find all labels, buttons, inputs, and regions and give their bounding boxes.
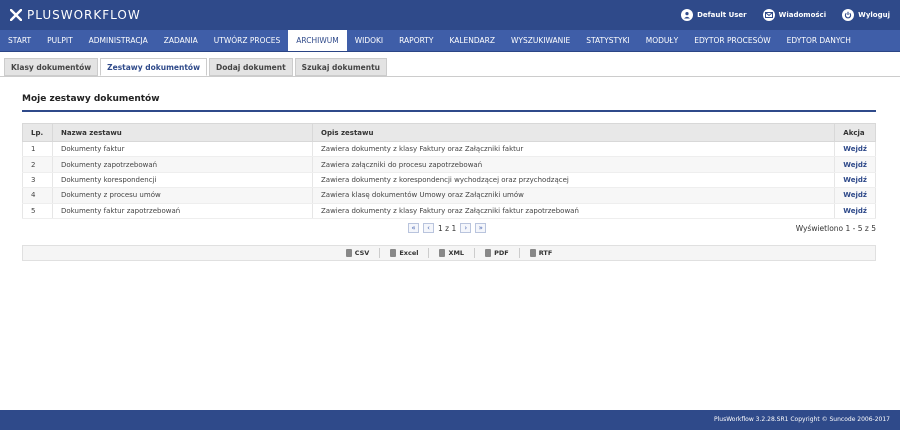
tab-zestawy-dokumentow[interactable]: Zestawy dokumentów — [100, 58, 207, 76]
menu-item-archiwum[interactable]: ARCHIWUM — [288, 30, 347, 51]
cell-desc: Zawiera załączniki do procesu zapotrzebo… — [311, 156, 836, 173]
cell-desc: Zawiera dokumenty z klasy Faktury oraz Z… — [311, 141, 836, 158]
pagination: « ‹ 1 z 1 › » — [408, 223, 487, 233]
file-icon — [390, 249, 397, 257]
menu-item-widoki[interactable]: WIDOKI — [347, 30, 391, 51]
menu-item-kalendarz[interactable]: KALENDARZ — [441, 30, 503, 51]
logout-label: Wyloguj — [858, 11, 890, 19]
page-title: Moje zestawy dokumentów — [22, 94, 160, 104]
export-label: Excel — [399, 249, 419, 257]
cell-name: Dokumenty korespondencji — [52, 172, 313, 189]
table-row: 1 Dokumenty faktur Zawiera dokumenty z k… — [22, 141, 876, 158]
cell-lp: 4 — [22, 187, 53, 204]
menu-item-edytor-procesow[interactable]: EDYTOR PROCESÓW — [686, 30, 778, 51]
header-opis[interactable]: Opis zestawu — [311, 123, 836, 142]
mail-icon — [762, 9, 775, 21]
cell-lp: 1 — [22, 141, 53, 158]
export-rtf-button[interactable]: RTF — [529, 249, 553, 257]
menu-item-edytor-danych[interactable]: EDYTOR DANYCH — [779, 30, 859, 51]
user-label: Default User — [697, 11, 747, 19]
cell-lp: 2 — [22, 156, 53, 173]
cell-lp: 3 — [22, 172, 53, 189]
next-page-button[interactable]: › — [460, 223, 472, 233]
export-label: XML — [448, 249, 465, 257]
menu-item-wyszukiwanie[interactable]: WYSZUKIWANIE — [503, 30, 578, 51]
cell-desc: Zawiera klasę dokumentów Umowy oraz Załą… — [311, 187, 836, 204]
last-page-button[interactable]: » — [475, 223, 487, 233]
wejdz-link[interactable]: Wejdź — [843, 191, 867, 199]
cell-name: Dokumenty faktur — [52, 141, 313, 158]
export-bar: CSV Excel XML PDF RTF — [22, 245, 876, 261]
header-lp[interactable]: Lp. — [22, 123, 53, 142]
user-button[interactable]: Default User — [681, 9, 747, 21]
menu-item-pulpit[interactable]: PULPIT — [39, 30, 81, 51]
archive-tabs: Klasy dokumentów Zestawy dokumentów Doda… — [4, 58, 388, 76]
file-icon — [529, 249, 536, 257]
header-nazwa[interactable]: Nazwa zestawu — [52, 123, 313, 142]
export-xml-button[interactable]: XML — [439, 249, 464, 257]
header-akcja: Akcja — [834, 123, 876, 142]
file-icon — [485, 249, 492, 257]
menu-item-statystyki[interactable]: STATYSTYKI — [578, 30, 638, 51]
separator — [379, 248, 381, 258]
cell-name: Dokumenty faktur zapotrzebowań — [52, 203, 313, 219]
table-row: 4 Dokumenty z procesu umów Zawiera klasę… — [22, 187, 876, 204]
footer: PlusWorkflow 3.2.28.SR1 Copyright © Sunc… — [0, 410, 900, 430]
cell-name: Dokumenty z procesu umów — [52, 187, 313, 204]
wejdz-link[interactable]: Wejdź — [843, 161, 867, 169]
export-excel-button[interactable]: Excel — [390, 249, 418, 257]
logo-x-icon — [10, 9, 22, 21]
table-row: 3 Dokumenty korespondencji Zawiera dokum… — [22, 172, 876, 189]
table-header-row: Lp. Nazwa zestawu Opis zestawu Akcja — [22, 123, 876, 142]
menu-item-start[interactable]: START — [0, 30, 39, 51]
export-pdf-button[interactable]: PDF — [485, 249, 509, 257]
menu-item-moduly[interactable]: MODUŁY — [638, 30, 686, 51]
file-icon — [439, 249, 446, 257]
wejdz-link[interactable]: Wejdź — [843, 176, 867, 184]
tabs-divider — [0, 76, 900, 77]
separator — [474, 248, 476, 258]
cell-name: Dokumenty zapotrzebowań — [52, 156, 313, 173]
file-icon — [345, 249, 352, 257]
tab-szukaj-dokumentu[interactable]: Szukaj dokumentu — [294, 58, 388, 76]
top-bar: PLUSWORKFLOW Default User Wiadomości Wyl… — [0, 0, 900, 30]
table-row: 2 Dokumenty zapotrzebowań Zawiera załącz… — [22, 156, 876, 173]
menu-item-zadania[interactable]: ZADANIA — [156, 30, 206, 51]
first-page-button[interactable]: « — [408, 223, 419, 233]
logo-text: PLUSWORKFLOW — [27, 8, 141, 22]
messages-button[interactable]: Wiadomości — [762, 9, 827, 21]
menu-item-utworz-proces[interactable]: UTWÓRZ PROCES — [206, 30, 289, 51]
cell-desc: Zawiera dokumenty z korespondencji wycho… — [311, 172, 836, 189]
app-logo[interactable]: PLUSWORKFLOW — [10, 8, 141, 22]
cell-lp: 5 — [22, 203, 53, 219]
tab-klasy-dokumentow[interactable]: Klasy dokumentów — [4, 58, 99, 76]
tab-dodaj-dokument[interactable]: Dodaj dokument — [209, 58, 293, 76]
menu-item-administracja[interactable]: ADMINISTRACJA — [81, 30, 156, 51]
logout-button[interactable]: Wyloguj — [842, 9, 890, 21]
page-indicator: 1 z 1 — [438, 223, 457, 233]
export-label: CSV — [354, 249, 370, 257]
wejdz-link[interactable]: Wejdź — [843, 207, 867, 215]
title-underline — [22, 110, 876, 112]
main-menu: START PULPIT ADMINISTRACJA ZADANIA UTWÓR… — [0, 30, 900, 52]
menu-item-raporty[interactable]: RAPORTY — [391, 30, 441, 51]
messages-label: Wiadomości — [778, 11, 827, 19]
record-count: Wyświetlono 1 - 5 z 5 — [795, 224, 876, 233]
prev-page-button[interactable]: ‹ — [423, 223, 434, 233]
table-row: 5 Dokumenty faktur zapotrzebowań Zawiera… — [22, 203, 876, 219]
document-sets-table: Lp. Nazwa zestawu Opis zestawu Akcja 1 D… — [22, 123, 876, 219]
power-icon — [842, 9, 855, 21]
export-label: PDF — [494, 249, 509, 257]
user-icon — [681, 9, 694, 21]
cell-desc: Zawiera dokumenty z klasy Faktury oraz Z… — [311, 203, 836, 219]
export-csv-button[interactable]: CSV — [345, 249, 370, 257]
user-area: Default User Wiadomości Wyloguj — [681, 9, 890, 21]
separator — [428, 248, 430, 258]
export-label: RTF — [538, 249, 553, 257]
wejdz-link[interactable]: Wejdź — [843, 145, 867, 153]
separator — [518, 248, 520, 258]
